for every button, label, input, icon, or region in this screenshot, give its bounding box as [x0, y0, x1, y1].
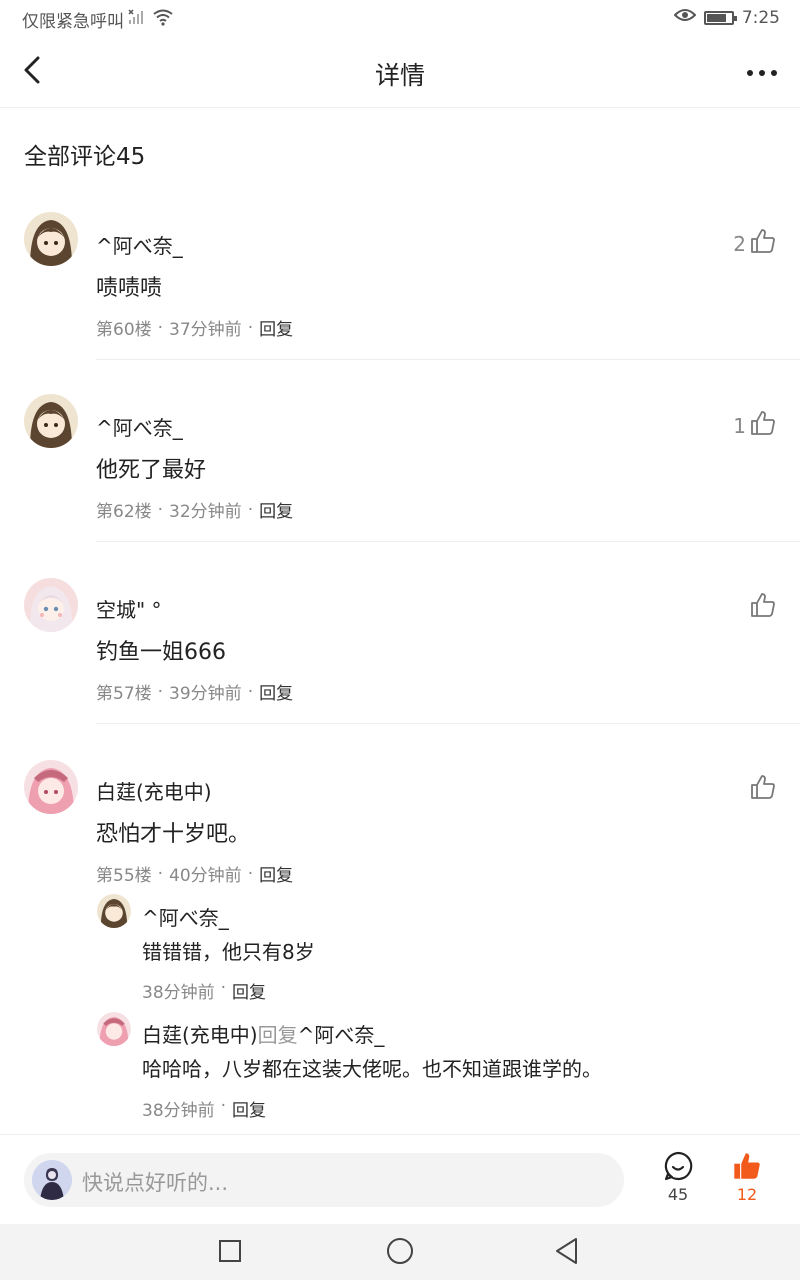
- comment-username[interactable]: 白莛(充电中): [96, 776, 212, 805]
- like-button[interactable]: 2: [733, 228, 776, 259]
- comment-floor: 第57楼: [96, 684, 152, 704]
- comment-username[interactable]: ^阿べ奈_: [96, 230, 183, 259]
- meta-separator: ·: [247, 317, 254, 338]
- divider: [96, 359, 800, 360]
- reply-username[interactable]: ^阿べ奈_: [142, 906, 229, 930]
- page-title: 详情: [374, 61, 425, 90]
- recent-apps-button[interactable]: [215, 1238, 245, 1268]
- avatar[interactable]: [24, 212, 78, 266]
- reply-button[interactable]: 回复: [232, 978, 266, 1003]
- user-avatar: [32, 1160, 72, 1200]
- comment-time: 37分钟前: [169, 320, 242, 340]
- meta-separator: ·: [157, 317, 164, 338]
- comments-count-button[interactable]: 45: [648, 1151, 708, 1204]
- meta-separator: ·: [157, 499, 164, 520]
- eye-icon: [673, 7, 697, 28]
- comment-bubble-icon: [663, 1151, 693, 1185]
- comment-text: 恐怕才十岁吧。: [96, 822, 251, 847]
- reply-button[interactable]: 回复: [259, 861, 293, 886]
- reply-target-username[interactable]: ^阿べ奈_: [298, 1023, 385, 1047]
- home-button[interactable]: [385, 1238, 415, 1268]
- app-header: 详情: [0, 36, 800, 108]
- like-button[interactable]: 1: [733, 410, 776, 441]
- reply-text: 错错错，他只有8岁: [142, 940, 315, 964]
- reply-text: 哈哈哈，八岁都在这装大佬呢。也不知道跟谁学的。: [142, 1057, 602, 1081]
- avatar[interactable]: [24, 578, 78, 632]
- comment-floor: 第62楼: [96, 502, 152, 522]
- comment-input-bar: 快说点好听的... 45 12: [0, 1134, 800, 1224]
- input-placeholder: 快说点好听的...: [82, 1171, 229, 1195]
- thumbs-up-filled-icon: [732, 1153, 762, 1185]
- comment-text: 他死了最好: [96, 458, 207, 483]
- comment-text: 啧啧啧: [96, 276, 163, 301]
- wifi-icon: [152, 8, 174, 31]
- carrier-text: 仅限紧急呼叫: [22, 12, 124, 32]
- like-button[interactable]: [746, 592, 776, 623]
- comment-time: 32分钟前: [169, 502, 242, 522]
- comments-section-title: 全部评论45: [24, 144, 146, 170]
- comment-count: 45: [667, 1185, 689, 1204]
- reply-button[interactable]: 回复: [259, 315, 293, 340]
- meta-separator: ·: [157, 681, 164, 702]
- signal-icon: [128, 8, 148, 31]
- divider: [96, 541, 800, 542]
- square-icon: [218, 1239, 242, 1267]
- system-nav-bar: [0, 1224, 800, 1280]
- divider: [96, 723, 800, 724]
- thumbs-up-icon: [750, 774, 776, 805]
- comment-time: 40分钟前: [169, 866, 242, 886]
- battery-level: [706, 13, 726, 22]
- reply-time: 38分钟前: [142, 1101, 215, 1121]
- like-post-button[interactable]: 12: [717, 1151, 777, 1204]
- reply-to-label: 回复: [257, 1023, 298, 1047]
- thumbs-up-icon: [750, 592, 776, 623]
- status-bar: 仅限紧急呼叫 7:25: [0, 0, 800, 36]
- meta-separator: ·: [157, 863, 164, 884]
- comment-floor: 第60楼: [96, 320, 152, 340]
- like-count: 2: [733, 231, 746, 256]
- reply-button[interactable]: 回复: [232, 1096, 266, 1121]
- clock-time: 7:25: [741, 7, 780, 28]
- reply-time: 38分钟前: [142, 983, 215, 1003]
- meta-separator: ·: [220, 978, 227, 998]
- comment-text: 钓鱼一姐666: [96, 640, 226, 665]
- circle-icon: [386, 1237, 414, 1269]
- comment-username[interactable]: 空城" °: [96, 594, 162, 623]
- more-dots-icon: [747, 70, 753, 76]
- like-count: 1: [733, 413, 746, 438]
- reply-username[interactable]: 白莛(充电中): [142, 1023, 258, 1047]
- triangle-back-icon: [554, 1237, 580, 1269]
- reply-button[interactable]: 回复: [259, 497, 293, 522]
- meta-separator: ·: [247, 499, 254, 520]
- thumbs-up-icon: [750, 410, 776, 441]
- meta-separator: ·: [247, 681, 254, 702]
- back-nav-button[interactable]: [552, 1238, 582, 1268]
- like-button[interactable]: [746, 774, 776, 805]
- comment-username[interactable]: ^阿べ奈_: [96, 412, 183, 441]
- comment-floor: 第55楼: [96, 866, 152, 886]
- meta-separator: ·: [220, 1096, 227, 1116]
- more-button[interactable]: [742, 58, 782, 88]
- battery-icon: [703, 10, 737, 25]
- comment-time: 39分钟前: [169, 684, 242, 704]
- meta-separator: ·: [247, 863, 254, 884]
- thumbs-up-icon: [750, 228, 776, 259]
- avatar[interactable]: [24, 394, 78, 448]
- comment-input[interactable]: 快说点好听的...: [24, 1153, 624, 1207]
- post-like-count: 12: [736, 1185, 758, 1204]
- avatar[interactable]: [97, 1012, 131, 1046]
- avatar[interactable]: [97, 894, 131, 928]
- avatar[interactable]: [24, 760, 78, 814]
- reply-button[interactable]: 回复: [259, 679, 293, 704]
